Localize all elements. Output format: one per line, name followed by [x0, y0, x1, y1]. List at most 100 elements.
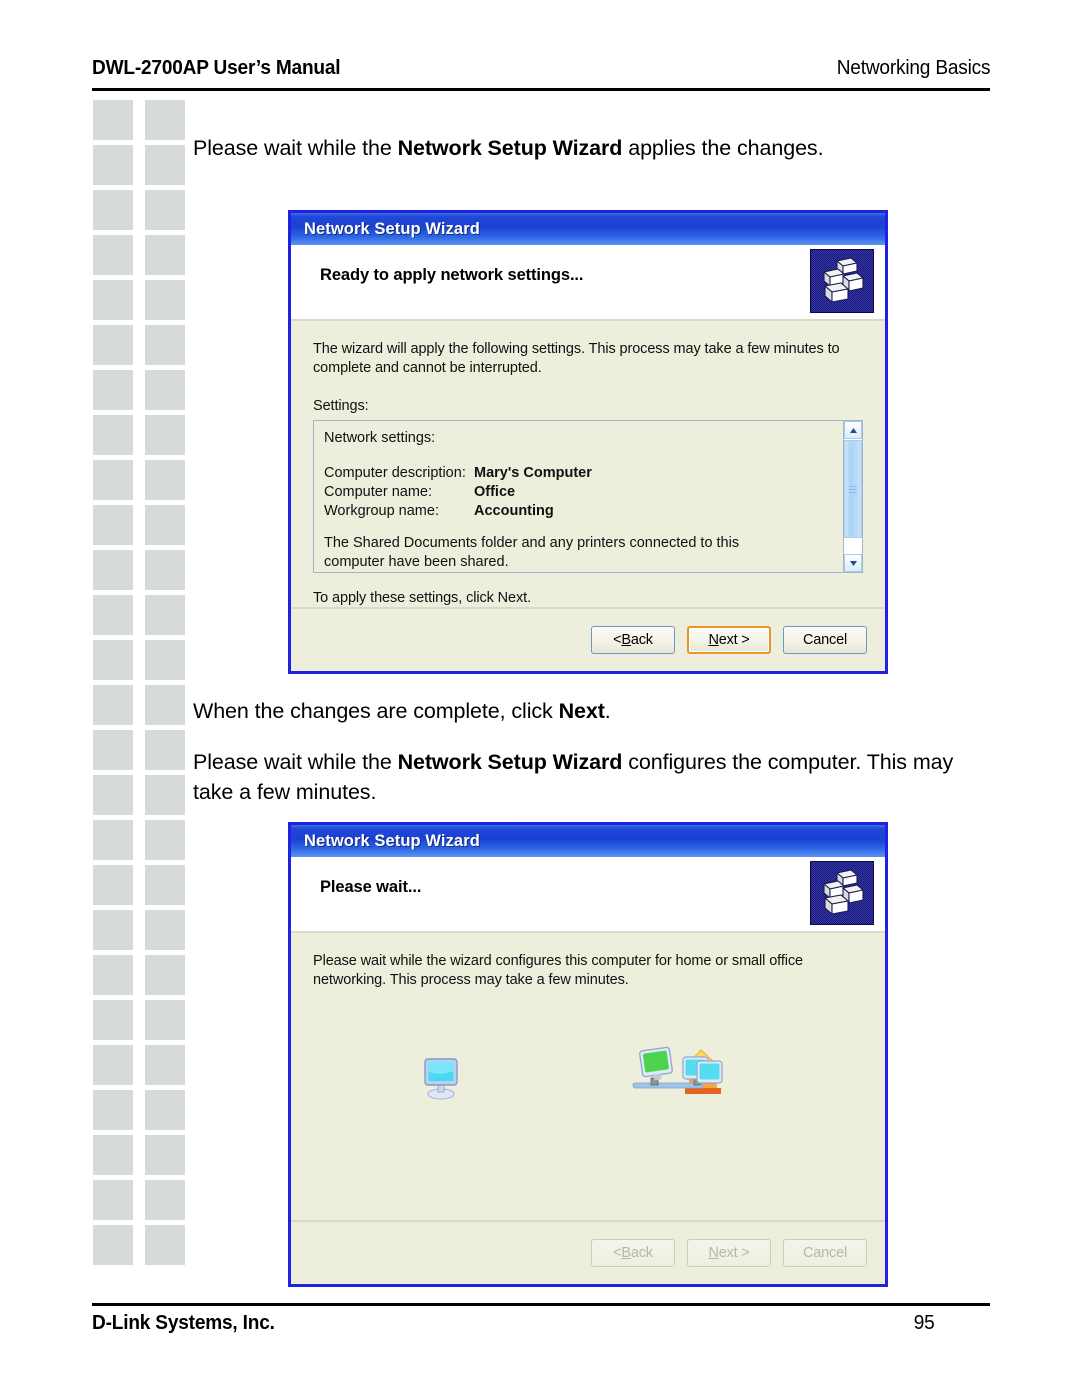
dialog-body: The wizard will apply the following sett… [291, 321, 885, 608]
setting-key: Workgroup name: [324, 503, 439, 519]
setting-key: Computer name: [324, 484, 432, 500]
back-button-accel: B [621, 1245, 631, 1261]
decorative-square [93, 820, 133, 860]
dialog-title: Network Setup Wizard [304, 219, 480, 238]
decorative-square [145, 550, 185, 590]
dialog-titlebar: Network Setup Wizard [291, 213, 885, 245]
decorative-square [145, 595, 185, 635]
decorative-square [145, 910, 185, 950]
network-computers-icon [811, 250, 873, 312]
home-network-icon [631, 1041, 723, 1110]
decorative-square [93, 775, 133, 815]
computer-monitor-icon [419, 1053, 463, 1106]
back-button-suffix: ack [630, 1245, 653, 1261]
instruction-paragraph-1: Please wait while the Network Setup Wiza… [193, 133, 993, 163]
decorative-square [145, 415, 185, 455]
decorative-square [145, 370, 185, 410]
decorative-square [93, 190, 133, 230]
para-2-text-after: . [604, 699, 611, 723]
setting-row: Computer name: Office [324, 483, 852, 502]
back-button[interactable]: < Back [591, 626, 675, 654]
decorative-square [145, 685, 185, 725]
decorative-square [145, 1045, 185, 1085]
dialog-heading: Ready to apply network settings... [320, 266, 584, 284]
scrollbar-grip-icon [849, 484, 857, 495]
next-button-suffix: ext > [718, 1245, 750, 1261]
setting-value: Accounting [474, 503, 554, 519]
decorative-square [145, 190, 185, 230]
dialog-title: Network Setup Wizard [304, 831, 480, 850]
decorative-square [145, 730, 185, 770]
decorative-square [145, 280, 185, 320]
para-3-bold: Network Setup Wizard [397, 750, 623, 774]
next-button-accel: N [708, 632, 719, 648]
cancel-button-label: Cancel [803, 632, 847, 648]
decorative-square [93, 730, 133, 770]
para-1-text-before: Please wait while the [193, 136, 398, 160]
para-3-text-before: Please wait while the [193, 750, 398, 774]
next-button[interactable]: Next > [687, 626, 771, 654]
setting-row: Workgroup name: Accounting [324, 502, 852, 521]
back-button-prefix: < [613, 632, 622, 648]
cancel-button-label: Cancel [803, 1245, 847, 1261]
decorative-square [145, 460, 185, 500]
decorative-square [93, 865, 133, 905]
scroll-up-icon[interactable] [844, 421, 862, 439]
decorative-square [145, 640, 185, 680]
shared-documents-note: The Shared Documents folder and any prin… [324, 535, 740, 570]
decorative-square [93, 595, 133, 635]
network-setup-wizard-wait-dialog: Network Setup Wizard Please wait... Plea… [288, 822, 888, 1287]
dialog-titlebar: Network Setup Wizard [291, 825, 885, 857]
decorative-square [93, 1000, 133, 1040]
decorative-square [93, 235, 133, 275]
decorative-square-grid [93, 100, 185, 1295]
para-1-text-after: applies the changes. [622, 136, 824, 160]
scrollbar-thumb[interactable] [844, 440, 862, 538]
manual-title: DWL-2700AP User’s Manual [92, 56, 341, 79]
dialog-heading: Please wait... [320, 878, 422, 896]
setting-key: Computer description: [324, 465, 466, 481]
decorative-square [145, 820, 185, 860]
decorative-square [93, 1090, 133, 1130]
para-2-bold: Next [558, 699, 605, 723]
network-setup-wizard-apply-dialog: Network Setup Wizard Ready to apply netw… [288, 210, 888, 674]
company-name: D-Link Systems, Inc. [92, 1311, 275, 1334]
apply-intro-text: The wizard will apply the following sett… [313, 341, 840, 376]
cancel-button[interactable]: Cancel [783, 626, 867, 654]
settings-scrollbar[interactable] [843, 421, 862, 572]
page-header: DWL-2700AP User’s Manual Networking Basi… [92, 56, 991, 80]
para-2-text-before: When the changes are complete, click [193, 699, 559, 723]
back-button[interactable]: < Back [591, 1239, 675, 1267]
decorative-square [93, 910, 133, 950]
decorative-square [93, 550, 133, 590]
page-number: 95 [913, 1311, 935, 1334]
decorative-square [145, 325, 185, 365]
decorative-square [145, 235, 185, 275]
apply-hint-text: To apply these settings, click Next. [313, 590, 532, 606]
decorative-square [93, 145, 133, 185]
back-button-prefix: < [613, 1245, 622, 1261]
decorative-square [93, 640, 133, 680]
decorative-square [145, 1180, 185, 1220]
setting-value: Mary's Computer [474, 465, 592, 481]
next-button-suffix: ext > [718, 632, 750, 648]
footer-divider [92, 1303, 990, 1306]
decorative-square [93, 280, 133, 320]
decorative-square [145, 145, 185, 185]
settings-content: Network settings: Computer description: … [314, 421, 862, 572]
configuring-animation [291, 1039, 885, 1119]
decorative-square [145, 775, 185, 815]
decorative-square [145, 1000, 185, 1040]
dialog-body: Please wait while the wizard configures … [291, 933, 885, 990]
section-title: Networking Basics [836, 56, 991, 79]
decorative-square [145, 100, 185, 140]
decorative-square [93, 370, 133, 410]
dialog-header-band: Ready to apply network settings... [291, 245, 885, 321]
decorative-square [145, 1135, 185, 1175]
scroll-down-icon[interactable] [844, 554, 862, 572]
decorative-square [93, 685, 133, 725]
settings-listbox[interactable]: Network settings: Computer description: … [313, 420, 863, 573]
cancel-button[interactable]: Cancel [783, 1239, 867, 1267]
dialog-button-bar: < Back Next > Cancel [291, 607, 885, 671]
next-button[interactable]: Next > [687, 1239, 771, 1267]
